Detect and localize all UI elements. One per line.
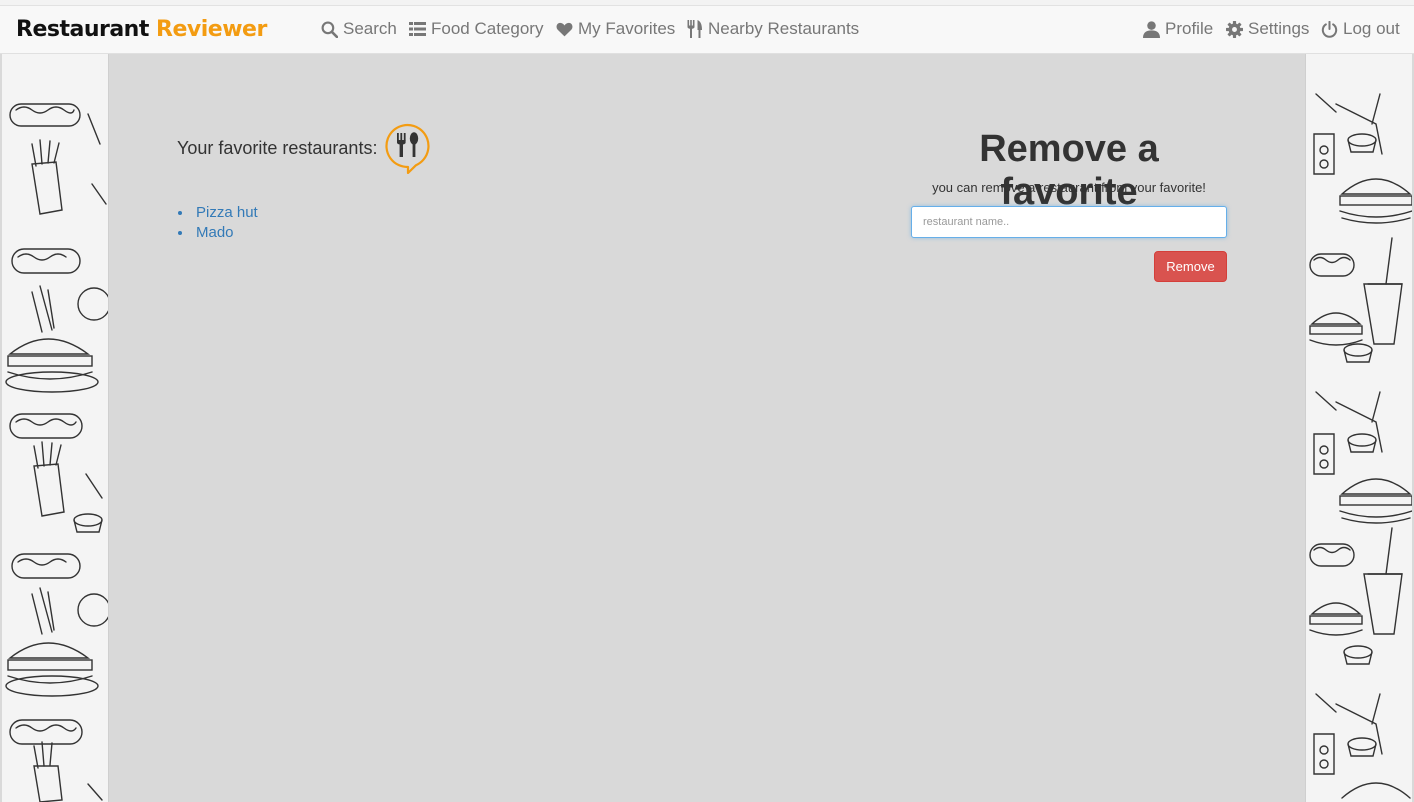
remove-subtitle: you can remove a restaurant from your fa… bbox=[932, 180, 1206, 195]
nav-food-category[interactable]: Food Category bbox=[409, 19, 543, 39]
nav-search-label: Search bbox=[343, 19, 397, 38]
food-doodle-illustration bbox=[5, 103, 108, 802]
nav-profile[interactable]: Profile bbox=[1143, 19, 1213, 39]
favorites-list: Pizza hut Mado bbox=[177, 204, 258, 244]
food-doodle-border-left bbox=[2, 54, 109, 802]
favorites-header: Your favorite restaurants: bbox=[177, 122, 431, 174]
nav-profile-label: Profile bbox=[1165, 19, 1214, 38]
list-icon bbox=[409, 22, 426, 36]
restaurant-name-input[interactable] bbox=[911, 206, 1227, 238]
food-doodle-illustration bbox=[1309, 93, 1412, 799]
heart-icon bbox=[556, 22, 573, 36]
remove-title: Remove a favorite bbox=[979, 128, 1159, 213]
brand-text-accent: Reviewer bbox=[156, 17, 267, 42]
cutlery-icon bbox=[687, 20, 702, 38]
favorite-link[interactable]: Mado bbox=[196, 224, 234, 241]
nav-settings-label: Settings bbox=[1248, 19, 1310, 38]
favorites-title: Your favorite restaurants: bbox=[177, 137, 378, 158]
user-icon bbox=[1143, 20, 1160, 38]
remove-button[interactable]: Remove bbox=[1154, 251, 1227, 282]
nav-nearby-restaurants[interactable]: Nearby Restaurants bbox=[687, 19, 859, 39]
favorite-link[interactable]: Pizza hut bbox=[196, 204, 258, 221]
nav-settings[interactable]: Settings bbox=[1226, 19, 1309, 39]
brand-text-primary: Restaurant bbox=[16, 17, 149, 42]
navbar: Restaurant Reviewer Search Food Category… bbox=[0, 6, 1414, 54]
food-doodle-border-right bbox=[1305, 54, 1412, 802]
brand-logo[interactable]: Restaurant Reviewer bbox=[16, 17, 267, 42]
power-icon bbox=[1321, 20, 1338, 38]
nav-logout[interactable]: Log out bbox=[1321, 19, 1400, 39]
nav-food-category-label: Food Category bbox=[431, 19, 544, 38]
fork-spoon-icon bbox=[385, 123, 430, 174]
search-icon bbox=[321, 21, 338, 38]
nav-nearby-label: Nearby Restaurants bbox=[708, 19, 860, 38]
nav-my-favorites[interactable]: My Favorites bbox=[556, 19, 675, 39]
gear-icon bbox=[1226, 20, 1243, 38]
list-item: Mado bbox=[177, 224, 258, 244]
nav-search[interactable]: Search bbox=[321, 19, 397, 39]
list-item: Pizza hut bbox=[177, 204, 258, 224]
nav-my-favorites-label: My Favorites bbox=[578, 19, 676, 38]
nav-logout-label: Log out bbox=[1343, 19, 1400, 38]
